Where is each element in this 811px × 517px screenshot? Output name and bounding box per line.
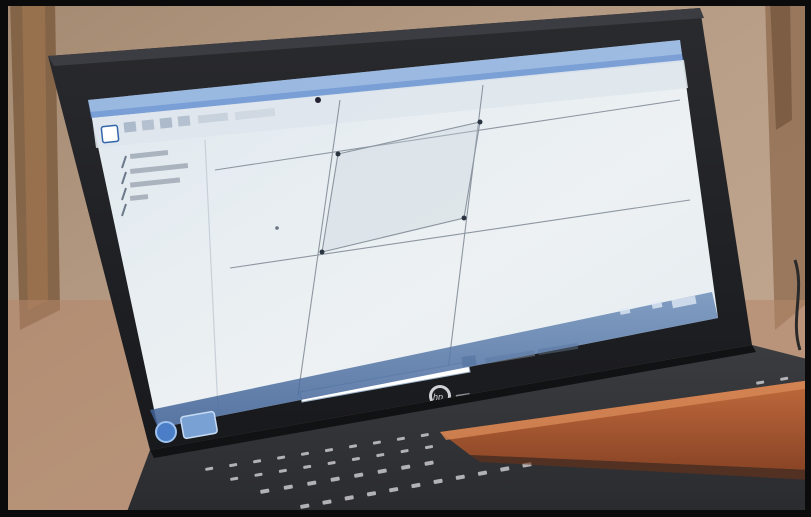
- tool-icon[interactable]: [159, 117, 173, 129]
- photo-border-top: [0, 0, 811, 6]
- tool-icon[interactable]: [177, 115, 191, 127]
- photo-border-bottom: [0, 510, 811, 517]
- square-icon[interactable]: [100, 124, 120, 144]
- point-marker[interactable]: [319, 249, 325, 255]
- start-orb-icon[interactable]: [155, 421, 177, 443]
- point-marker[interactable]: [275, 226, 279, 230]
- point-marker[interactable]: [461, 215, 467, 221]
- photo-border-left: [0, 0, 8, 517]
- photo-scene: hp: [0, 0, 811, 517]
- tool-icon[interactable]: [123, 121, 137, 133]
- tool-icon[interactable]: [141, 119, 155, 131]
- point-marker[interactable]: [477, 119, 483, 125]
- title-marker-icon: [315, 97, 321, 103]
- photo-svg: hp: [0, 0, 811, 517]
- photo-border-right: [805, 0, 811, 517]
- point-marker[interactable]: [335, 151, 341, 157]
